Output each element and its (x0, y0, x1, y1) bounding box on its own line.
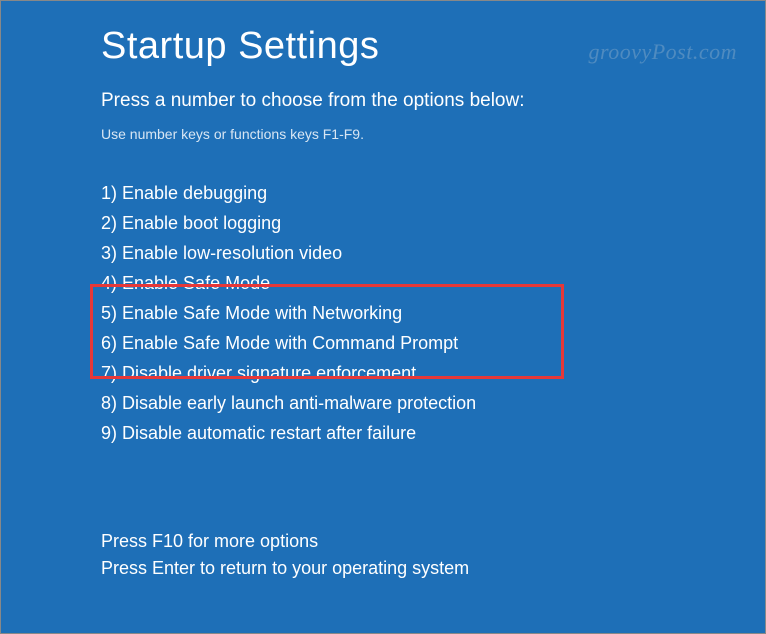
footer-return: Press Enter to return to your operating … (101, 555, 665, 582)
page-title: Startup Settings (101, 25, 665, 68)
footer-instructions: Press F10 for more options Press Enter t… (101, 528, 665, 582)
option-2-enable-boot-logging[interactable]: 2) Enable boot logging (101, 208, 665, 238)
watermark-text: groovyPost.com (588, 39, 737, 65)
option-7-disable-driver-signature[interactable]: 7) Disable driver signature enforcement (101, 358, 665, 388)
startup-settings-screen: Startup Settings Press a number to choos… (1, 1, 765, 582)
option-4-enable-safe-mode[interactable]: 4) Enable Safe Mode (101, 268, 665, 298)
options-list: 1) Enable debugging 2) Enable boot loggi… (101, 178, 665, 448)
option-5-enable-safe-mode-networking[interactable]: 5) Enable Safe Mode with Networking (101, 298, 665, 328)
option-3-enable-low-resolution-video[interactable]: 3) Enable low-resolution video (101, 238, 665, 268)
option-8-disable-anti-malware[interactable]: 8) Disable early launch anti-malware pro… (101, 388, 665, 418)
option-9-disable-auto-restart[interactable]: 9) Disable automatic restart after failu… (101, 418, 665, 448)
instruction-subtitle: Press a number to choose from the option… (101, 90, 665, 112)
option-1-enable-debugging[interactable]: 1) Enable debugging (101, 178, 665, 208)
option-6-enable-safe-mode-command-prompt[interactable]: 6) Enable Safe Mode with Command Prompt (101, 328, 665, 358)
instruction-hint: Use number keys or functions keys F1-F9. (101, 126, 665, 142)
footer-more-options: Press F10 for more options (101, 528, 665, 555)
